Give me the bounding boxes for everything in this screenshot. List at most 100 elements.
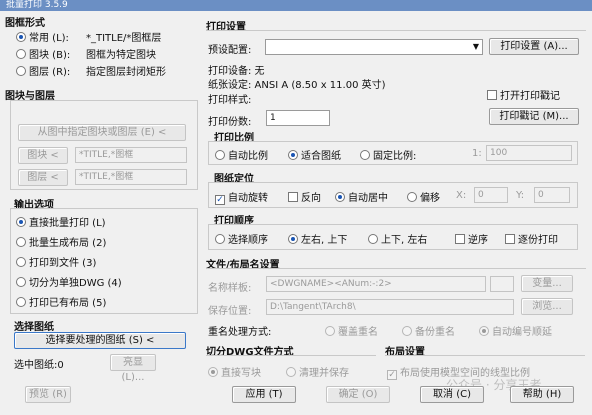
- open-stamp-checkbox[interactable]: 打开打印戳记: [487, 87, 560, 102]
- offset-y-label: Y:: [516, 190, 525, 201]
- cancel-button[interactable]: 取消 (C): [420, 386, 484, 403]
- select-section-title: 选择图纸: [14, 322, 54, 333]
- scale-fit-radio[interactable]: 适合图纸: [288, 147, 341, 162]
- rename-backup-radio[interactable]: 备份重名: [402, 323, 455, 338]
- auto-center-radio[interactable]: 自动居中: [335, 189, 388, 204]
- copies-field[interactable]: 1: [266, 110, 330, 126]
- reverse-order-checkbox[interactable]: 逆序: [455, 231, 488, 246]
- block-pick-button[interactable]: 图块 <: [18, 147, 68, 164]
- radio-icon: [368, 234, 378, 244]
- scale-option-label: 固定比例:: [373, 151, 417, 162]
- scale-value-field[interactable]: 100: [486, 145, 572, 161]
- scale-prefix-label: 1:: [472, 148, 482, 159]
- apply-button[interactable]: 应用 (T): [232, 386, 296, 403]
- print-settings-button[interactable]: 打印设置 (A)...: [489, 38, 579, 55]
- browse-button[interactable]: 浏览...: [521, 298, 573, 315]
- rename-option-label: 自动编号顺延: [492, 327, 552, 338]
- output-option-layouts[interactable]: 批量生成布局 (2): [16, 234, 106, 249]
- order-lr-radio[interactable]: 左右, 上下: [288, 231, 347, 246]
- reverse-order-label: 逆序: [468, 235, 488, 246]
- radio-icon: [16, 49, 26, 59]
- output-option-split-dwg[interactable]: 切分为单独DWG (4): [16, 274, 122, 289]
- radio-icon: [16, 66, 26, 76]
- layer-name-field[interactable]: *TITLE,*图框: [75, 169, 187, 185]
- frame-option-label: 图层 (R):: [29, 67, 71, 78]
- scale-fixed-radio[interactable]: 固定比例:: [360, 147, 416, 162]
- radio-icon: [479, 326, 489, 336]
- checkbox-icon: [505, 234, 515, 244]
- pick-block-layer-button[interactable]: 从图中指定图块或图层 (E) <: [18, 124, 186, 141]
- ok-button[interactable]: 确定 (O): [326, 386, 390, 403]
- radio-icon: [16, 217, 26, 227]
- split-direct-radio[interactable]: 直接写块: [208, 364, 261, 379]
- order-ud-radio[interactable]: 上下, 左右: [368, 231, 427, 246]
- layer-pick-button[interactable]: 图层 <: [18, 169, 68, 186]
- order-select-radio[interactable]: 选择顺序: [215, 231, 268, 246]
- frame-option-common[interactable]: 常用 (L):: [16, 29, 69, 44]
- save-location-field[interactable]: D:\Tangent\TArch8\: [266, 299, 514, 315]
- scale-auto-radio[interactable]: 自动比例: [215, 147, 268, 162]
- print-stamp-button[interactable]: 打印戳记 (M)...: [489, 108, 579, 125]
- output-option-existing-layout[interactable]: 打印已有布局 (5): [16, 294, 106, 309]
- split-option-label: 直接写块: [221, 368, 261, 379]
- radio-icon: [360, 150, 370, 160]
- split-purge-radio[interactable]: 清理并保存: [286, 364, 349, 379]
- open-stamp-label: 打开打印戳记: [500, 91, 560, 102]
- block-name-field[interactable]: *TITLE,*图框: [75, 147, 187, 163]
- reverse-label: 反向: [301, 193, 321, 204]
- help-button[interactable]: 帮助 (H): [510, 386, 574, 403]
- scale-option-label: 适合图纸: [301, 151, 341, 162]
- preset-select[interactable]: ▼: [265, 39, 483, 55]
- output-option-batch-print[interactable]: 直接批量打印 (L): [16, 214, 106, 229]
- chevron-down-icon: ▼: [472, 42, 479, 51]
- offset-x-label: X:: [456, 190, 467, 201]
- radio-icon: [325, 326, 335, 336]
- split-option-label: 清理并保存: [299, 368, 349, 379]
- auto-center-label: 自动居中: [348, 193, 388, 204]
- radio-icon: [335, 192, 345, 202]
- checkmark-icon: ✓: [387, 370, 397, 380]
- rename-overwrite-radio[interactable]: 覆盖重名: [325, 323, 378, 338]
- print-section-divider: [206, 30, 586, 31]
- files-section-divider: [206, 268, 586, 269]
- rename-option-label: 备份重名: [415, 327, 455, 338]
- device-label: 打印设备: 无: [208, 66, 265, 77]
- radio-icon: [402, 326, 412, 336]
- preview-button[interactable]: 预览 (R): [25, 386, 71, 403]
- auto-rotate-checkbox[interactable]: ✓ 自动旋转: [215, 189, 268, 205]
- output-option-label: 批量生成布局 (2): [29, 238, 107, 249]
- copy-print-checkbox[interactable]: 逐份打印: [505, 231, 558, 246]
- checkbox-icon: [455, 234, 465, 244]
- radio-icon: [16, 257, 26, 267]
- select-drawings-button[interactable]: 选择要处理的图纸 (S) <: [14, 332, 186, 349]
- save-location-label: 保存位置:: [208, 306, 252, 317]
- highlight-button[interactable]: 亮显 (L)...: [110, 354, 156, 383]
- radio-icon: [208, 367, 218, 377]
- radio-icon: [16, 297, 26, 307]
- reverse-checkbox[interactable]: 反向: [288, 189, 321, 204]
- offset-x-field[interactable]: 0: [474, 187, 508, 203]
- frame-option-label: 图块 (B):: [29, 50, 71, 61]
- output-option-to-file[interactable]: 打印到文件 (3): [16, 254, 96, 269]
- rename-label: 重名处理方式:: [208, 327, 272, 338]
- radio-icon: [215, 234, 225, 244]
- frame-option-desc: *_TITLE/*图框层: [86, 33, 162, 44]
- order-option-label: 左右, 上下: [301, 235, 348, 246]
- name-template-extra-field[interactable]: [490, 276, 514, 292]
- radio-icon: [215, 150, 225, 160]
- rename-auto-number-radio[interactable]: 自动编号顺延: [479, 323, 552, 338]
- frame-option-block[interactable]: 图块 (B):: [16, 46, 70, 61]
- order-option-label: 上下, 左右: [381, 235, 428, 246]
- output-option-label: 直接批量打印 (L): [29, 218, 106, 229]
- offset-label: 偏移: [420, 193, 440, 204]
- output-option-label: 打印到文件 (3): [29, 258, 97, 269]
- offset-y-field[interactable]: 0: [534, 187, 570, 203]
- variables-button[interactable]: 变量...: [521, 275, 573, 292]
- radio-icon: [286, 367, 296, 377]
- checkmark-icon: ✓: [215, 195, 225, 205]
- radio-icon: [16, 237, 26, 247]
- offset-radio[interactable]: 偏移: [407, 189, 440, 204]
- name-template-field[interactable]: <DWGNAME><ANum:-:2>: [266, 276, 486, 292]
- output-option-label: 切分为单独DWG (4): [29, 278, 122, 289]
- frame-option-layer[interactable]: 图层 (R):: [16, 63, 70, 78]
